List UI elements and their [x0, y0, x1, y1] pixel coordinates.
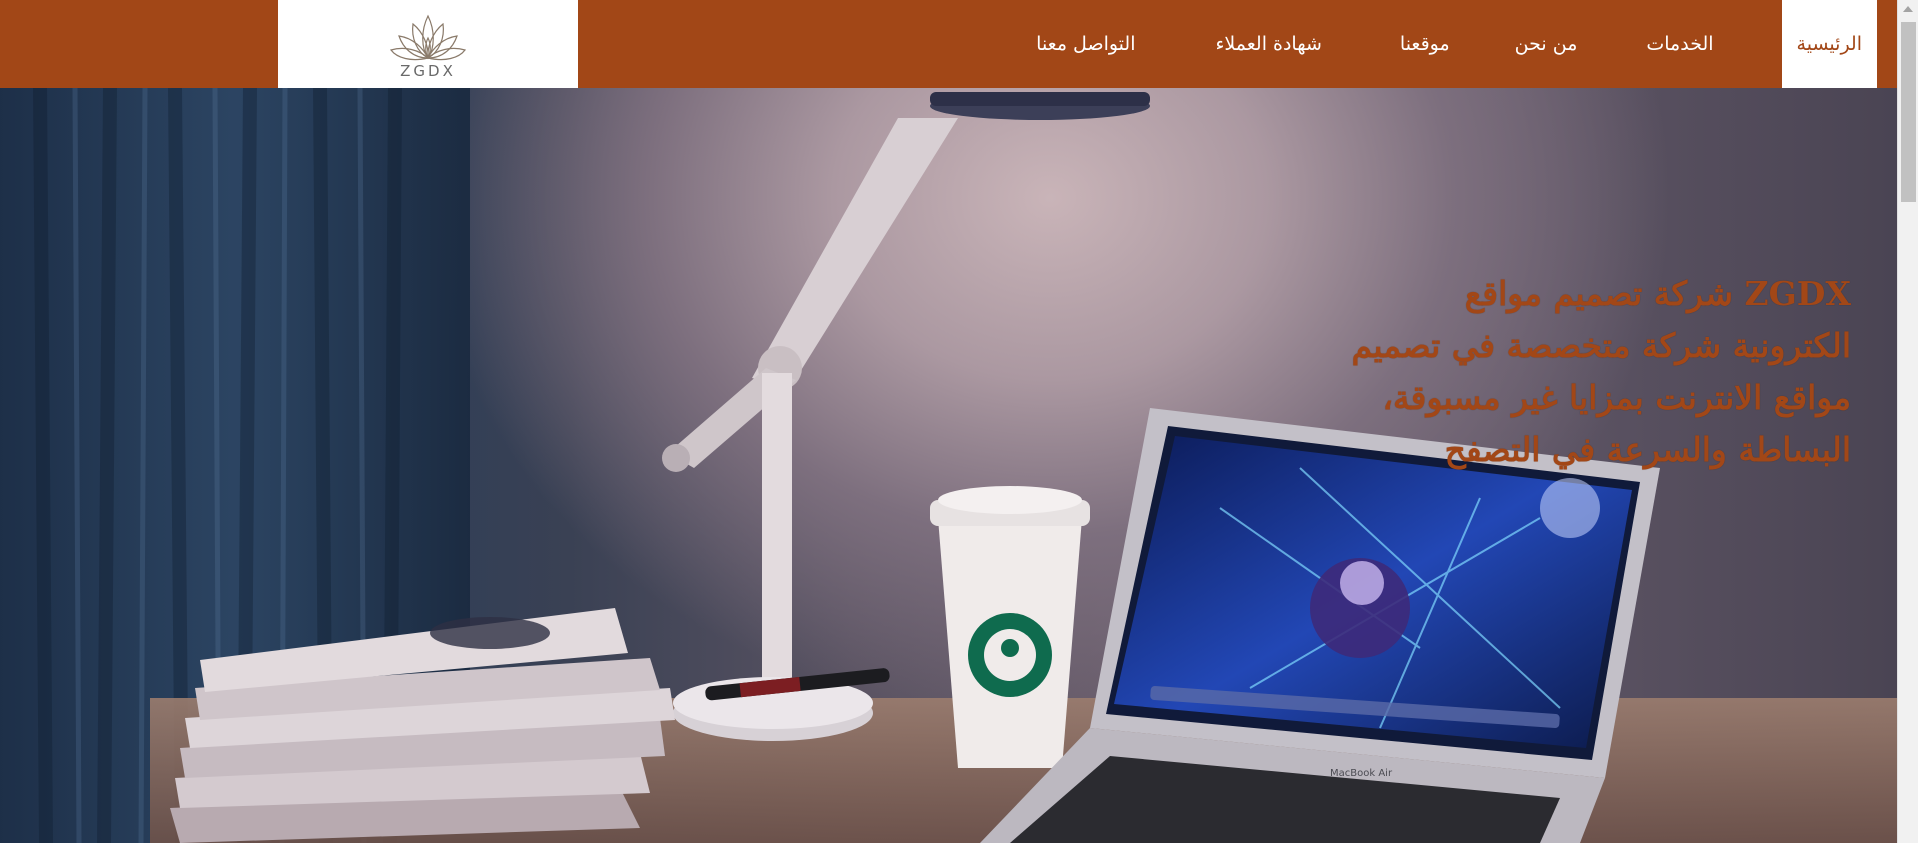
scroll-up-arrow-icon[interactable] [1903, 6, 1913, 12]
vertical-scrollbar[interactable] [1897, 0, 1918, 843]
hero-section: MacBook Air ZGDX شركة تصميم مواقع الكترو… [0, 88, 1897, 843]
nav-item-testimonials[interactable]: شهادة العملاء [1215, 0, 1321, 88]
nav-item-about[interactable]: من نحن [1515, 0, 1578, 88]
nav-item-home[interactable]: الرئيسية [1781, 0, 1877, 88]
lotus-icon [389, 14, 467, 61]
brand-name: ZGDX [400, 62, 456, 80]
nav-item-location[interactable]: موقعنا [1400, 0, 1450, 88]
main-nav: الرئيسية الخدمات من نحن موقعنا شهادة الع… [1036, 0, 1877, 88]
nav-item-services[interactable]: الخدمات [1646, 0, 1713, 88]
top-navbar: الرئيسية الخدمات من نحن موقعنا شهادة الع… [0, 0, 1897, 88]
brand-logo[interactable]: ZGDX [278, 0, 578, 88]
laptop-label: MacBook Air [1330, 768, 1393, 779]
hero-headline: ZGDX شركة تصميم مواقع الكترونية شركة متخ… [1351, 274, 1851, 469]
scrollbar-thumb[interactable] [1901, 22, 1916, 202]
nav-item-contact[interactable]: التواصل معنا [1036, 0, 1135, 88]
